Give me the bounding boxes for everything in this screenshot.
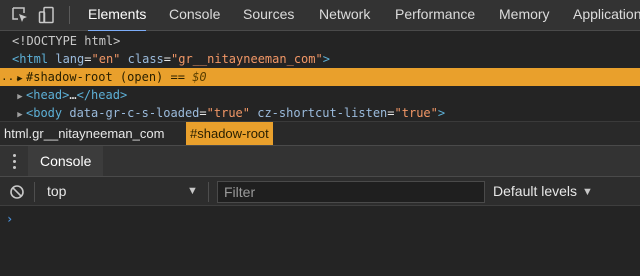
html-attr-class: class [127, 52, 164, 66]
log-levels-label: Default levels [493, 183, 578, 199]
tab-console-label: Console [169, 6, 221, 22]
console-prompt-icon[interactable]: › [6, 212, 13, 226]
tab-sources-label: Sources [243, 6, 295, 22]
tab-performance-label: Performance [395, 6, 476, 22]
tab-memory[interactable]: Memory [499, 0, 550, 31]
head-open-tag: <head> [26, 88, 70, 102]
tab-elements[interactable]: Elements [88, 0, 147, 32]
selected-node-equals: == [170, 70, 185, 84]
filter-placeholder: Filter [224, 184, 256, 200]
tree-node-shadow-root[interactable]: ... ▶ #shadow-root (open) == $0 [0, 68, 640, 86]
context-dropdown-arrow-icon[interactable]: ▼ [187, 177, 198, 207]
html-open-tag: <html [12, 52, 49, 66]
tab-performance[interactable]: Performance [395, 0, 475, 31]
levels-dropdown-arrow-icon: ▼ [582, 186, 593, 198]
context-selector[interactable]: top [47, 177, 66, 207]
body-attr-equals: = [387, 106, 395, 120]
body-attr-shortcut: cz-shortcut-listen [257, 106, 388, 120]
tab-network-label: Network [319, 6, 371, 22]
body-tag-close: > [437, 106, 446, 120]
body-attr-equals: = [199, 106, 207, 120]
body-attr-loaded: data-gr-c-s-loaded [69, 106, 200, 120]
toolbar-divider [208, 182, 209, 202]
node-actions-dots[interactable]: ... [1, 68, 21, 86]
device-toggle-icon[interactable] [38, 6, 56, 24]
elements-dom-tree: <!DOCTYPE html> <html lang="en" class="g… [0, 31, 640, 121]
tree-node-head[interactable]: ▶ <head>…</head> [0, 86, 640, 104]
console-toolbar: top ▼ Filter Default levels ▼ [0, 176, 640, 206]
tree-node-body[interactable]: ▶ <body data-gr-c-s-loaded="true" cz-shor… [0, 104, 640, 122]
selected-node-reference: $0 [192, 70, 207, 84]
html-attr-lang-value: "en" [91, 52, 121, 66]
tab-elements-label: Elements [88, 6, 147, 22]
console-filter-input[interactable]: Filter [217, 181, 485, 203]
html-tag-close: > [322, 52, 330, 66]
drawer-tab-console[interactable]: Console [28, 146, 104, 177]
tab-memory-label: Memory [499, 6, 550, 22]
body-attr-shortcut-value: "true" [394, 106, 438, 120]
breadcrumb-item-html[interactable]: html.gr__nitayneeman_com [0, 122, 168, 145]
inspect-element-icon[interactable] [11, 6, 29, 24]
toolbar-divider [69, 6, 70, 24]
devtools-tab-bar: Elements Console Sources Network Perform… [0, 0, 640, 32]
body-attr-loaded-value: "true" [206, 106, 250, 120]
more-tools-icon[interactable] [10, 153, 20, 170]
html-attr-equals: = [84, 52, 92, 66]
tab-application[interactable]: Application [573, 0, 640, 31]
toolbar-divider [34, 182, 35, 202]
body-open-tag: <body [26, 106, 63, 120]
tab-network[interactable]: Network [319, 0, 370, 31]
tree-node-doctype[interactable]: <!DOCTYPE html> [0, 32, 640, 50]
breadcrumb: html.gr__nitayneeman_com #shadow-root [0, 121, 640, 145]
console-output[interactable]: › [0, 206, 640, 276]
html-attr-class-value: "gr__nitayneeman_com" [171, 52, 323, 66]
tab-console[interactable]: Console [169, 0, 220, 31]
log-levels-dropdown[interactable]: Default levels ▼ [493, 177, 593, 207]
doctype-text: <!DOCTYPE html> [12, 34, 121, 48]
head-collapsed-ellipsis[interactable]: … [69, 88, 76, 102]
drawer-header: Console [0, 145, 640, 177]
tab-application-label: Application [573, 6, 640, 22]
html-attr-lang: lang [55, 52, 85, 66]
breadcrumb-item-shadow-root[interactable]: #shadow-root [186, 122, 273, 145]
tab-sources[interactable]: Sources [243, 0, 294, 31]
tree-node-html[interactable]: <html lang="en" class="gr__nitayneeman_c… [0, 50, 640, 68]
html-attr-equals: = [163, 52, 171, 66]
clear-console-icon[interactable] [9, 184, 25, 200]
head-close-tag: </head> [76, 88, 128, 102]
shadow-root-text: #shadow-root (open) [26, 70, 164, 84]
